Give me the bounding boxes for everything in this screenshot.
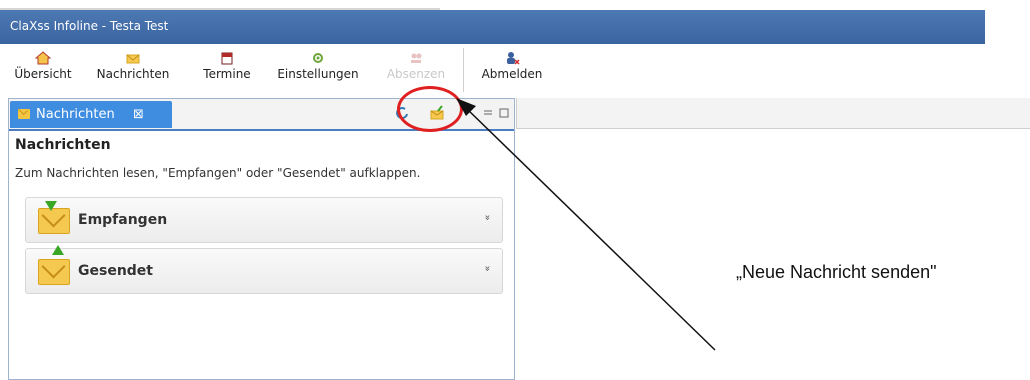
panel-heading: Nachrichten — [15, 137, 111, 153]
absences-icon — [411, 53, 422, 63]
toolbar-messages-button[interactable]: Nachrichten — [80, 46, 186, 81]
section-sent[interactable]: Gesendet » — [25, 245, 503, 294]
inbox-icon — [38, 208, 70, 234]
chevron-down-icon: » — [481, 214, 493, 221]
toolbar-logout-button[interactable]: Abmelden — [478, 46, 546, 81]
mail-icon — [18, 109, 30, 119]
toolbar-absences-button[interactable]: Absenzen — [378, 46, 454, 81]
toolbar-separator — [463, 48, 464, 92]
panel-hint: Zum Nachrichten lesen, "Empfangen" oder … — [15, 166, 421, 180]
mail-icon — [126, 54, 140, 64]
messages-panel: Nachrichten ⊠ Nachrichten Zum Nachrichte… — [8, 98, 515, 380]
logout-icon — [507, 52, 520, 65]
content-panel — [516, 98, 1030, 378]
tab-close-icon[interactable]: ⊠ — [133, 107, 144, 122]
content-tabstrip — [516, 98, 1030, 129]
calendar-icon — [221, 52, 233, 65]
minimize-icon[interactable] — [483, 108, 493, 118]
arrow-up-icon — [52, 245, 64, 255]
main-toolbar: Übersicht Nachrichten Termine Einstellun… — [0, 44, 985, 96]
toolbar-settings-button[interactable]: Einstellungen — [270, 46, 366, 81]
toolbar-overview-button[interactable]: Übersicht — [9, 46, 77, 81]
annotation-callout: „Neue Nachricht senden" — [736, 262, 937, 282]
window-titlebar: ClaXss Infoline - Testa Test — [0, 10, 985, 44]
toolbar-appointments-button[interactable]: Termine — [196, 46, 258, 81]
window-title: ClaXss Infoline - Testa Test — [10, 19, 169, 33]
maximize-icon[interactable] — [499, 108, 509, 118]
chevron-down-icon: » — [481, 265, 493, 272]
top-border — [0, 0, 1030, 10]
section-received[interactable]: Empfangen » — [25, 197, 503, 243]
settings-icon — [313, 53, 323, 63]
home-icon — [35, 51, 51, 65]
arrow-down-icon — [45, 201, 57, 211]
highlight-oval — [397, 86, 463, 132]
tab-messages[interactable]: Nachrichten ⊠ — [10, 101, 172, 128]
outbox-icon — [38, 259, 70, 285]
